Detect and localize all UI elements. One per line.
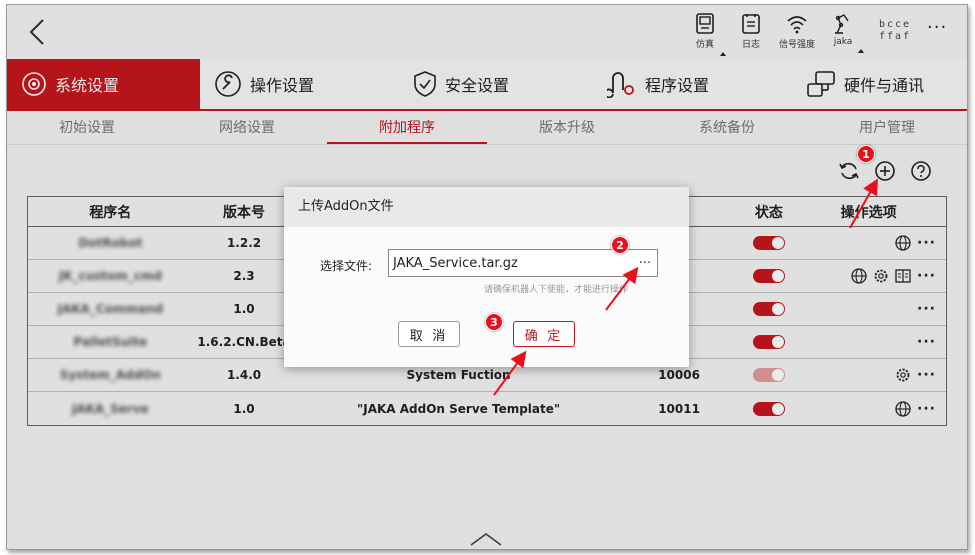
row-more-button[interactable]: ···: [917, 301, 936, 317]
more-menu-button[interactable]: ···: [927, 17, 947, 38]
tab-system-settings[interactable]: 系统设置: [7, 59, 200, 109]
row-more-button[interactable]: ···: [917, 334, 936, 350]
topbar-log-label: 日志: [741, 40, 760, 50]
program-version: 1.4.0: [226, 368, 262, 382]
program-description: System Fuction: [406, 368, 511, 382]
robot-arm-icon: [835, 14, 849, 34]
wrench-icon: [215, 71, 241, 97]
wifi-icon: [787, 16, 807, 34]
program-id: 10006: [658, 368, 700, 382]
program-icon: [607, 72, 634, 98]
book-icon[interactable]: [895, 268, 911, 284]
globe-icon[interactable]: [895, 400, 911, 417]
tab-program-settings[interactable]: 程序设置: [583, 59, 776, 109]
topbar-log[interactable]: 日志: [726, 13, 776, 50]
tab-operation-settings[interactable]: 操作设置: [200, 59, 393, 109]
gear-cycle-icon: [22, 72, 46, 96]
program-name: JK_custom_cmd: [58, 269, 162, 283]
globe-icon[interactable]: [895, 235, 911, 251]
subtab-network-settings[interactable]: 网络设置: [167, 111, 327, 144]
tab-label: 操作设置: [250, 76, 315, 95]
program-version: 1.6.2.CN.Beta: [197, 335, 291, 349]
program-id: 10011: [658, 401, 700, 416]
topbar-signal[interactable]: 信号强度: [772, 13, 822, 50]
row-more-button[interactable]: ···: [917, 235, 936, 251]
program-name: System_AddOn: [59, 368, 161, 382]
annotation-marker-1: 1: [857, 145, 875, 163]
annotation-marker-2: 2: [611, 236, 629, 254]
row-more-button[interactable]: ···: [917, 367, 936, 383]
simulation-icon: [696, 13, 714, 34]
tab-label: 系统设置: [55, 76, 120, 95]
annotation-marker-3: 3: [485, 313, 503, 331]
topbar-simulation-label: 仿真: [695, 40, 714, 50]
enable-toggle[interactable]: [752, 236, 785, 251]
caret-icon: [858, 49, 864, 53]
enable-toggle[interactable]: [752, 335, 785, 350]
dialog-title: 上传AddOn文件: [284, 187, 689, 227]
subtab-addon-programs[interactable]: 附加程序: [327, 111, 487, 144]
browse-file-button[interactable]: ···: [633, 256, 657, 271]
gear-icon[interactable]: [895, 367, 911, 383]
sub-tabs: 初始设置 网络设置 附加程序 版本升级 系统备份 用户管理: [7, 111, 967, 145]
log-icon: [742, 14, 760, 34]
caret-icon: [720, 52, 726, 56]
file-value: JAKA_Service.tar.gz: [393, 255, 518, 271]
tab-label: 程序设置: [645, 76, 710, 95]
topbar-signal-label: 信号强度: [778, 40, 815, 50]
header-version: 版本号: [223, 204, 266, 221]
topbar-robot[interactable]: jaka: [818, 13, 868, 53]
file-label: 选择文件:: [320, 259, 373, 273]
subtab-system-backup[interactable]: 系统备份: [647, 111, 807, 144]
header-ops: 操作选项: [840, 204, 897, 221]
app-window: 仿真 日志 信号强度 jaka bcce ffaf ··· 系统设置 操作设置 …: [6, 4, 968, 550]
topbar-robot-label: jaka: [833, 37, 853, 47]
program-description: "JAKA AddOn Serve Template": [356, 401, 561, 416]
tab-hardware-comm[interactable]: 硬件与通讯: [776, 59, 967, 109]
globe-icon[interactable]: [851, 268, 867, 284]
user-code: bcce ffaf: [879, 19, 912, 42]
program-version: 1.0: [233, 401, 255, 416]
enable-toggle[interactable]: [752, 302, 785, 317]
hardware-icon: [807, 71, 835, 97]
subtab-version-upgrade[interactable]: 版本升级: [487, 111, 647, 144]
program-version: 1.2.2: [226, 236, 262, 250]
program-name: PalletSuite: [73, 335, 148, 349]
program-version: 1.0: [233, 302, 255, 316]
shield-icon: [414, 71, 436, 97]
chevron-up-icon[interactable]: [469, 531, 503, 547]
help-icon[interactable]: [910, 160, 932, 182]
back-arrow-icon[interactable]: [23, 17, 53, 47]
enable-toggle[interactable]: [752, 401, 785, 416]
header-name: 程序名: [89, 204, 132, 221]
refresh-icon[interactable]: [838, 160, 860, 182]
enable-toggle: [752, 368, 785, 383]
row-more-button[interactable]: ···: [917, 401, 936, 417]
table-row[interactable]: JAKA_Serve 1.0 "JAKA AddOn Serve Templat…: [28, 392, 946, 425]
upload-addon-dialog: 上传AddOn文件 选择文件: JAKA_Service.tar.gz ··· …: [284, 187, 689, 367]
tab-safety-settings[interactable]: 安全设置: [393, 59, 583, 109]
tab-label: 硬件与通讯: [844, 76, 925, 95]
top-bar: 仿真 日志 信号强度 jaka bcce ffaf ···: [7, 5, 967, 59]
subtab-user-management[interactable]: 用户管理: [807, 111, 967, 144]
gear-icon[interactable]: [873, 268, 889, 284]
add-icon[interactable]: [874, 160, 896, 182]
file-hint: 请确保机器人下使能，才能进行操作: [484, 285, 629, 295]
row-more-button[interactable]: ···: [917, 268, 936, 284]
topbar-simulation[interactable]: 仿真: [680, 13, 730, 56]
program-version: 2.3: [233, 269, 255, 283]
header-state: 状态: [754, 204, 783, 221]
confirm-button[interactable]: 确 定: [513, 321, 575, 347]
enable-toggle[interactable]: [752, 269, 785, 284]
main-tabs: 系统设置 操作设置 安全设置 程序设置 硬件与通讯: [7, 59, 967, 111]
program-name: JAKA_Serve: [71, 401, 149, 416]
cancel-button[interactable]: 取 消: [398, 321, 460, 347]
program-name: DotRobot: [78, 236, 143, 250]
subtab-initial-settings[interactable]: 初始设置: [7, 111, 167, 144]
tab-label: 安全设置: [445, 76, 510, 95]
program-name: JAKA_Command: [57, 302, 164, 316]
